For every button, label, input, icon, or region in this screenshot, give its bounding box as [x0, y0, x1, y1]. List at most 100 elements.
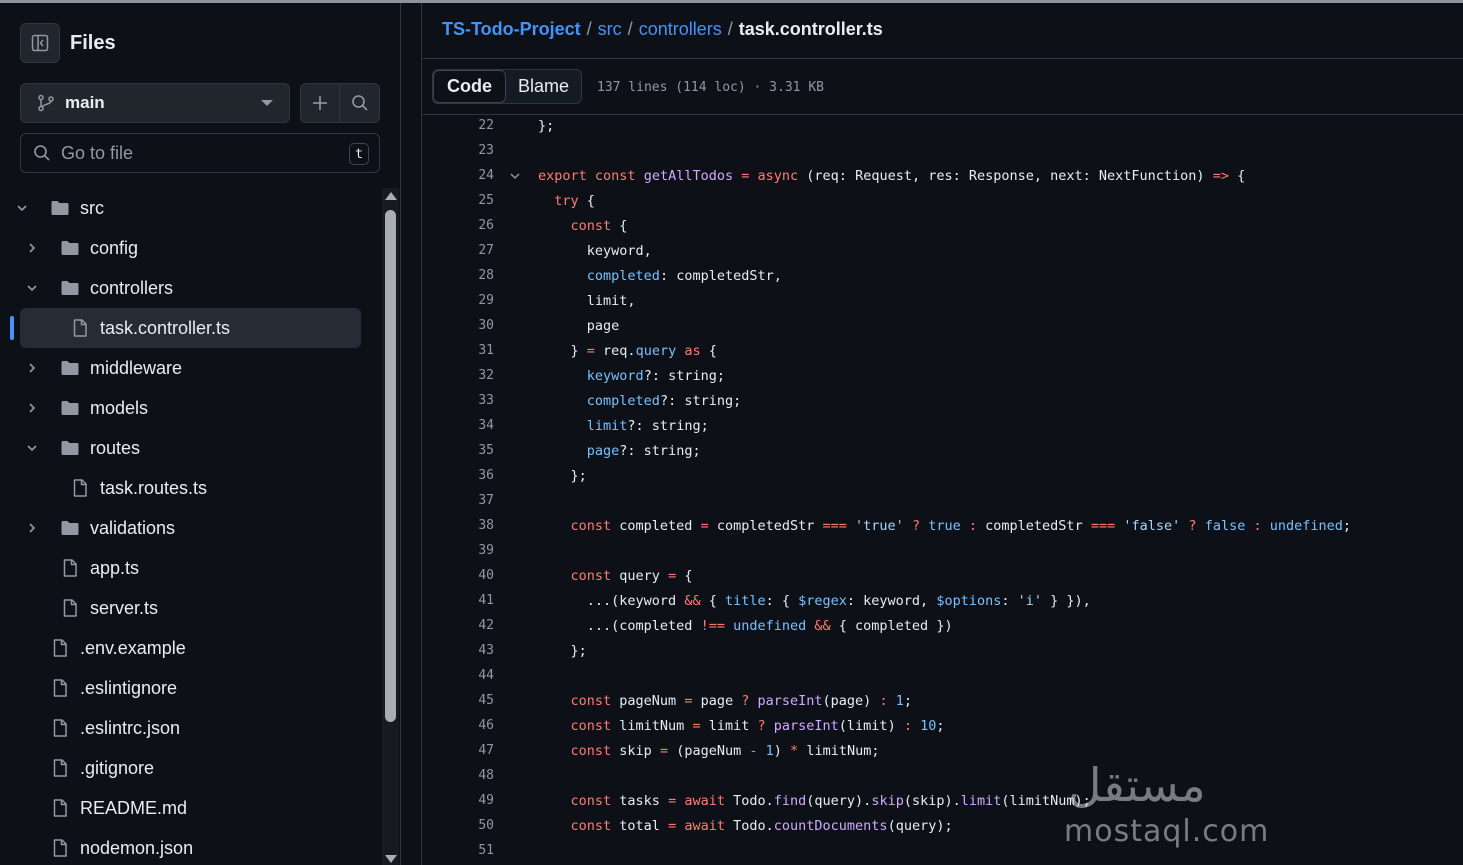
- add-file-button[interactable]: [301, 84, 341, 122]
- chevron-down-icon[interactable]: [15, 201, 29, 215]
- line-number[interactable]: 30: [422, 318, 494, 333]
- line-number[interactable]: 49: [422, 793, 494, 808]
- collapse-sidebar-button[interactable]: [20, 23, 60, 63]
- tree-folder-item[interactable]: src: [0, 188, 380, 228]
- code-line: 33 completed?: string;: [422, 388, 1463, 413]
- code-line: 35 page?: string;: [422, 438, 1463, 463]
- chevron-down-icon[interactable]: [25, 441, 39, 455]
- code-token: async: [757, 167, 799, 184]
- file-icon: [50, 838, 70, 858]
- code-token: {: [578, 192, 595, 209]
- code-token: ...(completed: [538, 617, 701, 634]
- code-token: undefined: [1269, 517, 1343, 534]
- tree-folder-item[interactable]: config: [0, 228, 380, 268]
- tree-folder-item[interactable]: routes: [0, 428, 380, 468]
- line-number[interactable]: 50: [422, 818, 494, 833]
- fold-chevron-icon[interactable]: [508, 169, 522, 187]
- tree-file-item[interactable]: README.md: [0, 788, 380, 828]
- tree-file-item[interactable]: .eslintignore: [0, 668, 380, 708]
- line-number[interactable]: 43: [422, 643, 494, 658]
- file-icon: [50, 638, 70, 658]
- breadcrumb-dir-link[interactable]: src: [598, 19, 622, 40]
- line-number[interactable]: 46: [422, 718, 494, 733]
- breadcrumb-dir-link[interactable]: controllers: [639, 19, 722, 40]
- code-line: 36 };: [422, 463, 1463, 488]
- code-text: ...(completed !== undefined && { complet…: [538, 618, 953, 634]
- scroll-down-arrow-icon[interactable]: [385, 855, 397, 863]
- code-token: completed: [586, 392, 660, 409]
- line-number[interactable]: 31: [422, 343, 494, 358]
- chevron-down-icon[interactable]: [25, 281, 39, 295]
- search-code-button[interactable]: [340, 84, 379, 122]
- line-number[interactable]: 39: [422, 543, 494, 558]
- line-number[interactable]: 48: [422, 768, 494, 783]
- chevron-right-icon[interactable]: [25, 241, 39, 255]
- code-token: 'true': [855, 517, 904, 534]
- code-token: 'false': [1123, 517, 1181, 534]
- tree-item-label: task.routes.ts: [100, 477, 208, 498]
- line-number[interactable]: 25: [422, 193, 494, 208]
- chevron-right-icon[interactable]: [25, 521, 39, 535]
- line-number[interactable]: 40: [422, 568, 494, 583]
- branch-selector[interactable]: main: [20, 83, 290, 123]
- tree-file-item[interactable]: server.ts: [0, 588, 380, 628]
- code-token: ?: string;: [643, 367, 725, 384]
- line-number[interactable]: 37: [422, 493, 494, 508]
- tree-file-item[interactable]: .eslintrc.json: [0, 708, 380, 748]
- line-number[interactable]: 23: [422, 143, 494, 158]
- go-to-file-input[interactable]: Go to file t: [20, 133, 380, 173]
- tree-file-item[interactable]: nodemon.json: [0, 828, 380, 865]
- tree-item-label: .eslintrc.json: [80, 717, 181, 738]
- tab-blame[interactable]: Blame: [506, 70, 581, 103]
- tree-folder-item[interactable]: validations: [0, 508, 380, 548]
- code-token: query: [611, 567, 669, 584]
- line-number[interactable]: 34: [422, 418, 494, 433]
- code-text: limit?: string;: [538, 418, 709, 434]
- chevron-right-icon[interactable]: [25, 361, 39, 375]
- code-token: (pageNum: [668, 742, 750, 759]
- line-number[interactable]: 32: [422, 368, 494, 383]
- tree-folder-item[interactable]: models: [0, 388, 380, 428]
- code-token: completedStr: [977, 517, 1091, 534]
- line-number[interactable]: 38: [422, 518, 494, 533]
- line-number[interactable]: 27: [422, 243, 494, 258]
- line-number[interactable]: 51: [422, 843, 494, 858]
- line-number[interactable]: 29: [422, 293, 494, 308]
- code-token: &&: [684, 592, 701, 609]
- line-number[interactable]: 26: [422, 218, 494, 233]
- code-token: =: [668, 567, 677, 584]
- code-token: =>: [1212, 167, 1229, 184]
- code-token: 1: [895, 692, 904, 709]
- breadcrumb-repo-link[interactable]: TS-Todo-Project: [442, 19, 581, 40]
- line-number[interactable]: 24: [422, 168, 494, 183]
- code-token: :: [1253, 517, 1262, 534]
- sidebar-scrollbar[interactable]: [382, 188, 399, 865]
- line-number[interactable]: 22: [422, 118, 494, 133]
- line-number[interactable]: 28: [422, 268, 494, 283]
- file-icon: [50, 798, 70, 818]
- tree-file-item[interactable]: .gitignore: [0, 748, 380, 788]
- scrollbar-thumb[interactable]: [385, 210, 396, 722]
- line-number[interactable]: 41: [422, 593, 494, 608]
- line-number[interactable]: 45: [422, 693, 494, 708]
- line-number[interactable]: 42: [422, 618, 494, 633]
- code-token: 1: [765, 742, 774, 759]
- tree-file-item[interactable]: task.controller.ts: [0, 308, 380, 348]
- tree-folder-item[interactable]: middleware: [0, 348, 380, 388]
- code-token: ?: [757, 717, 766, 734]
- tree-file-item[interactable]: app.ts: [0, 548, 380, 588]
- line-number[interactable]: 35: [422, 443, 494, 458]
- line-number[interactable]: 47: [422, 743, 494, 758]
- code-line: 39: [422, 538, 1463, 563]
- tab-code[interactable]: Code: [433, 70, 506, 103]
- line-number[interactable]: 36: [422, 468, 494, 483]
- tree-file-item[interactable]: .env.example: [0, 628, 380, 668]
- chevron-right-icon[interactable]: [25, 401, 39, 415]
- tree-file-item[interactable]: task.routes.ts: [0, 468, 380, 508]
- tree-folder-item[interactable]: controllers: [0, 268, 380, 308]
- scroll-up-arrow-icon[interactable]: [385, 192, 397, 200]
- line-number[interactable]: 33: [422, 393, 494, 408]
- line-number[interactable]: 44: [422, 668, 494, 683]
- code-text: const completed = completedStr === 'true…: [538, 517, 1352, 534]
